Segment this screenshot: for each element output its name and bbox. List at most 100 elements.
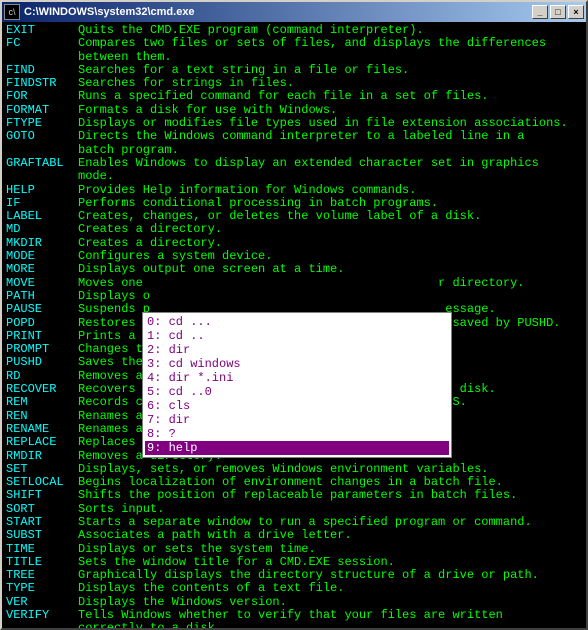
help-line: FORRuns a specified command for each fil… <box>6 90 582 103</box>
help-line: SHIFTShifts the position of replaceable … <box>6 489 582 502</box>
history-item[interactable]: 5: cd ..0 <box>145 385 449 399</box>
help-command: PAUSE <box>6 303 78 316</box>
titlebar[interactable]: c\ C:\WINDOWS\system32\cmd.exe _ □ × <box>2 2 586 22</box>
help-description: Sets the window title for a CMD.EXE sess… <box>78 556 395 569</box>
help-command: FOR <box>6 90 78 103</box>
help-line: MDCreates a directory. <box>6 223 582 236</box>
help-description: Configures a system device. <box>78 250 272 263</box>
help-command: RMDIR <box>6 450 78 463</box>
help-description: Tells Windows whether to verify that you… <box>78 609 503 622</box>
history-item[interactable]: 0: cd ... <box>145 315 449 329</box>
help-command: TYPE <box>6 582 78 595</box>
help-command: SETLOCAL <box>6 476 78 489</box>
help-line: TYPEDisplays the contents of a text file… <box>6 582 582 595</box>
help-description: Formats a disk for use with Windows. <box>78 104 337 117</box>
terminal-area[interactable]: EXITQuits the CMD.EXE program (command i… <box>2 22 586 628</box>
help-line: VERDisplays the Windows version. <box>6 596 582 609</box>
help-line: LABELCreates, changes, or deletes the vo… <box>6 210 582 223</box>
help-command: MD <box>6 223 78 236</box>
help-command: RECOVER <box>6 383 78 396</box>
help-description: Sorts input. <box>78 503 164 516</box>
history-item[interactable]: 4: dir *.ini <box>145 371 449 385</box>
help-command: LABEL <box>6 210 78 223</box>
cmd-window: c\ C:\WINDOWS\system32\cmd.exe _ □ × EXI… <box>0 0 588 630</box>
help-description: Renames a <box>78 423 150 436</box>
help-description: Displays or modifies file types used in … <box>78 117 568 130</box>
help-line: TIMEDisplays or sets the system time. <box>6 543 582 556</box>
help-command: MORE <box>6 263 78 276</box>
help-line-continuation: between them. <box>6 51 582 64</box>
history-item[interactable]: 1: cd .. <box>145 329 449 343</box>
help-description: Displays the contents of a text file. <box>78 582 344 595</box>
help-command: TREE <box>6 569 78 582</box>
history-item[interactable]: 6: cls <box>145 399 449 413</box>
help-command: FIND <box>6 64 78 77</box>
help-command: MKDIR <box>6 237 78 250</box>
help-description: Starts a separate window to run a specif… <box>78 516 532 529</box>
help-command: FTYPE <box>6 117 78 130</box>
help-description: Graphically displays the directory struc… <box>78 569 539 582</box>
help-command: SET <box>6 463 78 476</box>
minimize-button[interactable]: _ <box>532 5 548 19</box>
help-line: STARTStarts a separate window to run a s… <box>6 516 582 529</box>
help-command: IF <box>6 197 78 210</box>
help-description: Creates a directory. <box>78 223 222 236</box>
maximize-button[interactable]: □ <box>550 5 566 19</box>
help-command: RD <box>6 370 78 383</box>
help-description: Displays, sets, or removes Windows envir… <box>78 463 488 476</box>
history-item[interactable]: 7: dir <box>145 413 449 427</box>
window-title: C:\WINDOWS\system32\cmd.exe <box>24 6 532 18</box>
help-line: FINDSearches for a text string in a file… <box>6 64 582 77</box>
help-command: HELP <box>6 184 78 197</box>
help-description: Compares two files or sets of files, and… <box>78 37 546 50</box>
help-command: PATH <box>6 290 78 303</box>
help-command: PRINT <box>6 330 78 343</box>
help-command: PROMPT <box>6 343 78 356</box>
help-command: GOTO <box>6 130 78 143</box>
help-command: MODE <box>6 250 78 263</box>
command-history-popup[interactable]: 0: cd ...1: cd ..2: dir3: cd windows4: d… <box>142 312 452 458</box>
help-description: Directs the Windows command interpreter … <box>78 130 524 143</box>
help-line: SETDisplays, sets, or removes Windows en… <box>6 463 582 476</box>
help-command: REPLACE <box>6 436 78 449</box>
help-description: Searches for a text string in a file or … <box>78 64 409 77</box>
close-button[interactable]: × <box>568 5 584 19</box>
help-description: Displays or sets the system time. <box>78 543 316 556</box>
help-description: Saves the <box>78 356 150 369</box>
help-line: HELPProvides Help information for Window… <box>6 184 582 197</box>
help-line: EXITQuits the CMD.EXE program (command i… <box>6 24 582 37</box>
help-line-continuation: mode. <box>6 170 582 183</box>
help-line: GOTODirects the Windows command interpre… <box>6 130 582 143</box>
help-description: Displays the Windows version. <box>78 596 287 609</box>
help-description: Performs conditional processing in batch… <box>78 197 438 210</box>
help-line: FORMATFormats a disk for use with Window… <box>6 104 582 117</box>
history-item[interactable]: 3: cd windows <box>145 357 449 371</box>
help-description: Shifts the position of replaceable param… <box>78 489 517 502</box>
help-line: MODEConfigures a system device. <box>6 250 582 263</box>
help-command: PUSHD <box>6 356 78 369</box>
help-command: START <box>6 516 78 529</box>
history-item[interactable]: 2: dir <box>145 343 449 357</box>
help-description: Displays output one screen at a time. <box>78 263 344 276</box>
help-description: Enables Windows to display an extended c… <box>78 157 539 170</box>
history-item[interactable]: 8: ? <box>145 427 449 441</box>
help-description: Renames a <box>78 410 150 423</box>
help-line-continuation: correctly to a disk. <box>6 622 582 628</box>
help-command: TIME <box>6 543 78 556</box>
help-command: POPD <box>6 317 78 330</box>
help-command: SHIFT <box>6 489 78 502</box>
help-description: Prints a t <box>78 330 150 343</box>
history-item[interactable]: 9: help <box>145 441 449 455</box>
cmd-icon: c\ <box>4 4 20 20</box>
help-description: Runs a specified command for each file i… <box>78 90 488 103</box>
help-command: FINDSTR <box>6 77 78 90</box>
help-line: VERIFYTells Windows whether to verify th… <box>6 609 582 622</box>
help-description: Quits the CMD.EXE program (command inter… <box>78 24 424 37</box>
window-buttons: _ □ × <box>532 5 584 19</box>
help-line: MOVEMoves one r directory. <box>6 277 582 290</box>
help-command: REM <box>6 396 78 409</box>
help-command: RENAME <box>6 423 78 436</box>
help-command: EXIT <box>6 24 78 37</box>
help-description: Moves one r directory. <box>78 277 524 290</box>
help-command: FC <box>6 37 78 50</box>
